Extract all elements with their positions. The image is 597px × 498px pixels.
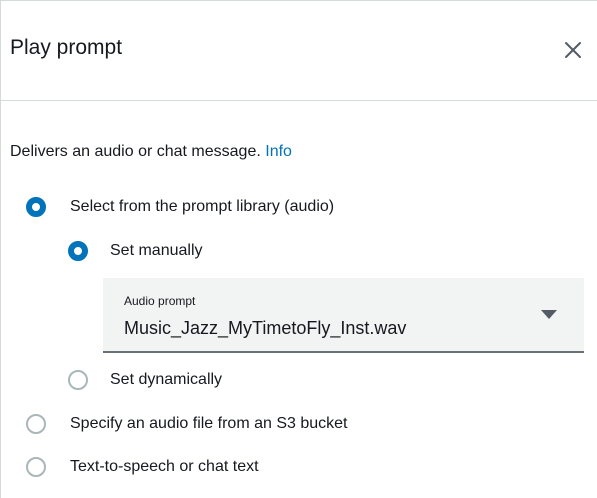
info-link[interactable]: Info bbox=[265, 143, 292, 160]
radio-option-prompt-library[interactable]: Select from the prompt library (audio) bbox=[26, 197, 334, 217]
radio-option-set-manually[interactable]: Set manually bbox=[68, 241, 203, 261]
panel-title: Play prompt bbox=[10, 36, 123, 59]
radio-button-text-to-speech[interactable] bbox=[26, 457, 46, 477]
close-icon[interactable] bbox=[562, 39, 584, 61]
audio-prompt-select[interactable]: Audio prompt Music_Jazz_MyTimetoFly_Inst… bbox=[103, 278, 584, 353]
radio-label-text-to-speech: Text-to-speech or chat text bbox=[70, 458, 259, 475]
panel-description: Delivers an audio or chat message. Info bbox=[10, 143, 292, 161]
radio-button-set-dynamically[interactable] bbox=[68, 370, 88, 390]
radio-label-set-dynamically: Set dynamically bbox=[110, 371, 223, 388]
radio-label-prompt-library: Select from the prompt library (audio) bbox=[70, 198, 335, 215]
radio-option-s3-bucket[interactable]: Specify an audio file from an S3 bucket bbox=[26, 414, 348, 434]
play-prompt-panel: Play prompt Delivers an audio or chat me… bbox=[0, 0, 597, 498]
audio-prompt-value: Music_Jazz_MyTimetoFly_Inst.wav bbox=[124, 318, 407, 338]
caret-down-icon[interactable] bbox=[541, 310, 557, 319]
panel-header: Play prompt bbox=[0, 0, 597, 101]
radio-label-s3-bucket: Specify an audio file from an S3 bucket bbox=[70, 415, 348, 432]
radio-button-s3-bucket[interactable] bbox=[26, 414, 46, 434]
radio-button-prompt-library[interactable] bbox=[26, 197, 46, 217]
description-text: Delivers an audio or chat message. bbox=[10, 143, 266, 160]
radio-label-set-manually: Set manually bbox=[110, 242, 203, 259]
radio-option-set-dynamically[interactable]: Set dynamically bbox=[68, 370, 222, 390]
radio-option-text-to-speech[interactable]: Text-to-speech or chat text bbox=[26, 457, 259, 477]
radio-button-set-manually[interactable] bbox=[68, 241, 88, 261]
audio-prompt-label: Audio prompt bbox=[124, 294, 196, 308]
